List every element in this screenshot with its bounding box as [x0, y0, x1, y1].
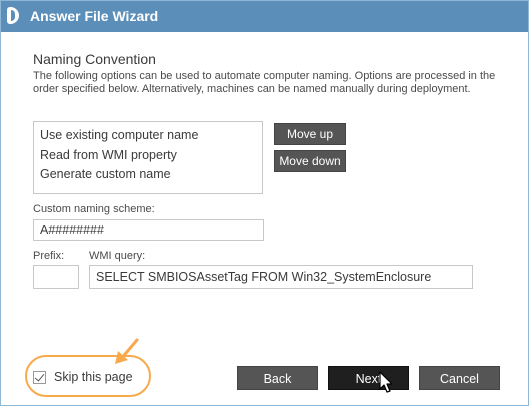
back-button[interactable]: Back — [237, 366, 318, 390]
list-item[interactable]: Use existing computer name — [34, 127, 262, 147]
mouse-cursor-icon — [379, 371, 393, 393]
move-down-button[interactable]: Move down — [274, 150, 346, 172]
wmi-query-label: WMI query: — [89, 250, 146, 262]
wizard-window: Answer File Wizard Naming Convention The… — [0, 0, 529, 406]
app-logo-icon — [7, 7, 19, 24]
next-button[interactable]: Next — [328, 366, 409, 390]
skip-page-checkbox[interactable] — [33, 371, 46, 384]
window-title: Answer File Wizard — [30, 8, 159, 24]
custom-scheme-input[interactable]: A######## — [33, 219, 264, 241]
move-up-button[interactable]: Move up — [274, 123, 346, 145]
prefix-label: Prefix: — [33, 250, 65, 262]
naming-options-list[interactable]: Use existing computer name Read from WMI… — [33, 121, 263, 194]
list-item[interactable]: Generate custom name — [34, 166, 262, 186]
section-description: The following options can be used to aut… — [33, 70, 496, 95]
skip-page-label[interactable]: Skip this page — [54, 370, 133, 384]
pointer-arrow-icon — [115, 338, 139, 364]
title-bar: Answer File Wizard — [1, 1, 528, 32]
cancel-button[interactable]: Cancel — [419, 366, 500, 390]
prefix-input[interactable] — [33, 265, 79, 289]
wmi-query-input[interactable]: SELECT SMBIOSAssetTag FROM Win32_SystemE… — [89, 265, 473, 289]
section-heading: Naming Convention — [33, 51, 156, 67]
custom-scheme-label: Custom naming scheme: — [33, 203, 155, 215]
list-item[interactable]: Read from WMI property — [34, 147, 262, 167]
